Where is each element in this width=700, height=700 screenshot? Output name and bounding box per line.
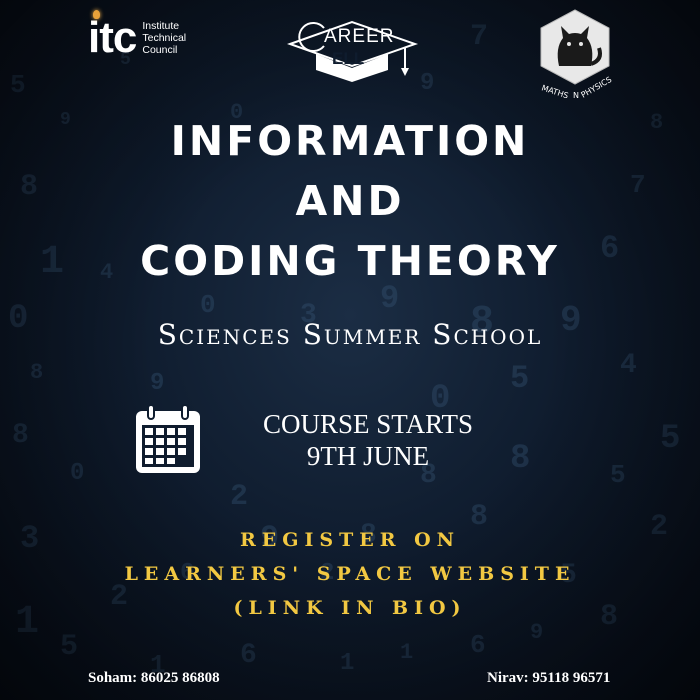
svg-text:N: N xyxy=(573,91,579,100)
bulb-icon xyxy=(93,10,100,19)
cat-hexagon-icon: MATHS N PHYSICS xyxy=(540,9,613,100)
itc-name: Institute Technical Council xyxy=(142,20,186,56)
title-line-3: CODING THEORY xyxy=(140,237,560,285)
itc-line-1: Institute xyxy=(142,20,180,32)
title-line-2: AND xyxy=(295,177,405,225)
course-starts-label: COURSE STARTS xyxy=(262,409,473,439)
calendar-icon xyxy=(134,403,202,475)
svg-text:ELL: ELL xyxy=(332,49,364,68)
itc-line-3: Council xyxy=(142,44,178,56)
subtitle: Sciences Summer School xyxy=(157,318,543,351)
register-line-2: LEARNERS' SPACE WEBSITE xyxy=(124,563,576,585)
graduation-cap-icon: AREER ELL xyxy=(287,20,419,82)
course-date: 9TH JUNE xyxy=(306,441,430,471)
itc-line-2: Technical xyxy=(142,32,187,44)
title-line-1: INFORMATION xyxy=(170,117,530,165)
svg-text:MATHS: MATHS xyxy=(540,83,569,100)
register-line-1: REGISTER ON xyxy=(239,529,461,551)
maths-n-physics-logo: MATHS N PHYSICS xyxy=(535,8,619,100)
contact-soham: Soham: 86025 86808 xyxy=(88,670,220,686)
career-cell-logo: AREER ELL xyxy=(280,16,425,84)
register-line-3: (LINK IN BIO) xyxy=(233,597,467,619)
poster: 5 9 8 1 0 8 8 0 3 1 5 4 9 6 2 9 2 8 8 8 … xyxy=(0,0,700,700)
itc-mark-text: itc xyxy=(88,13,137,62)
course-info: COURSE STARTS 9TH JUNE xyxy=(236,408,500,472)
itc-mark: itc xyxy=(88,10,137,62)
contact-nirav: Nirav: 95118 96571 xyxy=(487,670,611,686)
itc-logo: itc Institute Technical Council xyxy=(88,10,186,62)
svg-text:AREER: AREER xyxy=(324,26,394,47)
